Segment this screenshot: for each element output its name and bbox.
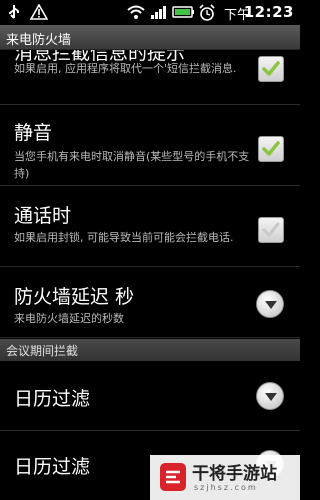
list-item-calendar-filter[interactable]: 日历过滤 bbox=[0, 361, 300, 431]
watermark: 干将手游站 szjhsz.com bbox=[150, 455, 300, 500]
list-item-firewall-delay[interactable]: 防火墙延迟 秒 来电防火墙延迟的秒数 bbox=[0, 268, 300, 338]
row-title: 静音 bbox=[14, 122, 53, 144]
status-bar: 下午 12:23 bbox=[0, 0, 300, 25]
row-summary: 如果启用封锁, 可能导致当前可能会拦截电话. bbox=[14, 231, 234, 244]
sms-block-checkbox[interactable] bbox=[258, 56, 284, 82]
usb-icon bbox=[6, 4, 22, 24]
clock: 12:23 bbox=[243, 3, 294, 21]
row-title: 通话时 bbox=[14, 205, 72, 227]
battery-icon bbox=[172, 4, 196, 24]
section-header-meeting: 会议期间拦截 bbox=[0, 339, 300, 361]
list-item-sms-block[interactable]: 消息拦截信息的提示 如果启用, 应用程序将取代一个'短信拦截消息. bbox=[0, 50, 300, 105]
firewall-delay-dropdown[interactable] bbox=[256, 290, 284, 318]
signal-icon bbox=[150, 4, 168, 24]
row-summary: 如果启用, 应用程序将取代一个'短信拦截消息. bbox=[14, 62, 237, 75]
watermark-text: 干将手游站 bbox=[192, 464, 277, 484]
row-summary: 当您手机有来电时取消静音(某些型号的手机不支持) bbox=[14, 150, 250, 180]
title-bar: 来电防火墙 bbox=[0, 25, 300, 50]
watermark-url: szjhsz.com bbox=[194, 483, 258, 492]
wifi-icon bbox=[126, 4, 146, 24]
section-label: 会议期间拦截 bbox=[6, 344, 79, 358]
list-item-mute[interactable]: 静音 当您手机有来电时取消静音(某些型号的手机不支持) bbox=[0, 106, 300, 186]
row-title: 日历过滤 bbox=[14, 456, 91, 478]
row-summary: 来电防火墙延迟的秒数 bbox=[14, 312, 124, 325]
warning-icon bbox=[29, 3, 49, 24]
row-title: 日历过滤 bbox=[14, 388, 91, 410]
page-title: 来电防火墙 bbox=[6, 33, 72, 48]
during-call-checkbox[interactable] bbox=[258, 217, 284, 243]
calendar-filter-dropdown[interactable] bbox=[256, 382, 284, 410]
mute-checkbox[interactable] bbox=[258, 136, 284, 162]
row-title: 防火墙延迟 秒 bbox=[14, 286, 135, 308]
alarm-icon bbox=[198, 4, 216, 26]
settings-list[interactable]: 消息拦截信息的提示 如果启用, 应用程序将取代一个'短信拦截消息. 静音 当您手… bbox=[0, 50, 300, 500]
list-item-during-call[interactable]: 通话时 如果启用封锁, 可能导致当前可能会拦截电话. bbox=[0, 187, 300, 267]
watermark-logo-icon bbox=[158, 461, 188, 497]
